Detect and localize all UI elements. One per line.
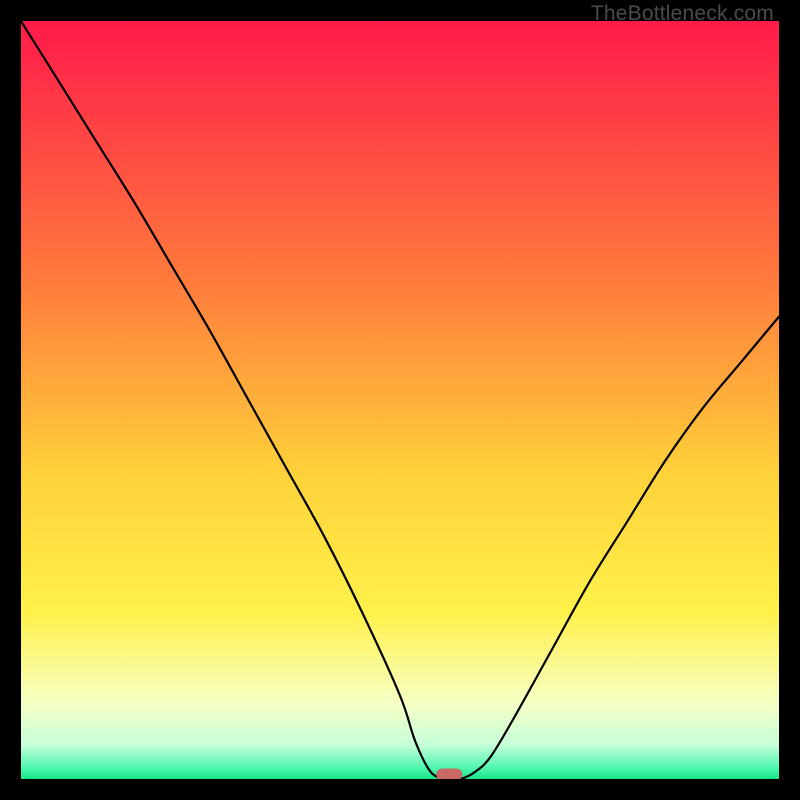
chart-svg [21, 21, 779, 779]
optimal-marker [436, 768, 462, 779]
chart-background [21, 21, 779, 779]
watermark-text: TheBottleneck.com [591, 2, 774, 26]
chart-frame [21, 21, 779, 779]
